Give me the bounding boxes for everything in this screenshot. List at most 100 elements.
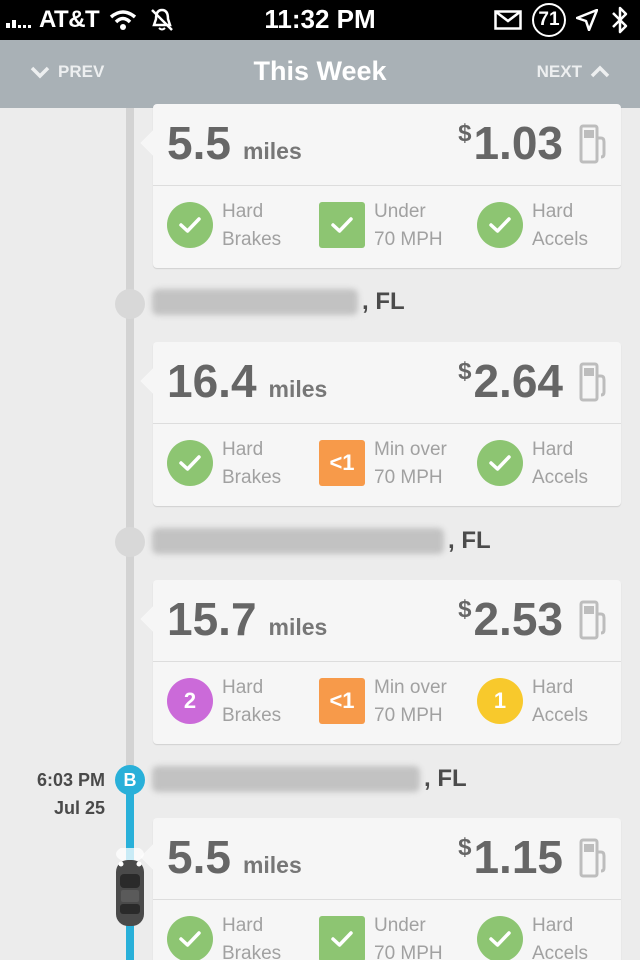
stat-item: Hard Accels (477, 912, 588, 960)
currency-symbol: $ (458, 596, 472, 623)
stat-item: Hard Accels (477, 436, 588, 492)
chevron-up-icon (590, 65, 610, 78)
car-icon (116, 848, 144, 926)
trip-card[interactable]: 16.4 miles $2.64 Hard Brakes <1 Min over 70 M… (153, 342, 621, 506)
bluetooth-icon (612, 6, 628, 34)
stat-item: Under 70 MPH (319, 912, 443, 960)
stat-check-badge (477, 440, 523, 486)
stat-item: Under 70 MPH (319, 198, 443, 254)
next-button[interactable]: NEXT (537, 62, 610, 82)
trip-summary: 16.4 miles $2.64 (153, 342, 621, 424)
distance-unit: miles (268, 614, 328, 640)
stat-label: Hard Accels (532, 201, 588, 250)
stat-label: Hard Brakes (222, 439, 282, 488)
stat-count-badge: 1 (477, 678, 523, 724)
distance-unit: miles (242, 138, 302, 164)
stat-label: Under 70 MPH (374, 201, 443, 250)
mail-icon (494, 10, 522, 30)
stat-label: Min over 70 MPH (374, 439, 447, 488)
currency-symbol: $ (458, 120, 472, 147)
trip-end-time: 6:03 PM Jul 25 (37, 766, 105, 822)
trip-cost: $2.53 (458, 592, 563, 646)
distance-value: 15.7 (167, 593, 257, 645)
trip-card[interactable]: 15.7 miles $2.53 2 Hard Brakes <1 Min over 70 … (153, 580, 621, 744)
status-bar: AT&T 11:32 PM 71 (0, 0, 640, 40)
check-icon (331, 931, 353, 947)
distance-unit: miles (242, 852, 302, 878)
trip-distance: 5.5 miles (167, 830, 302, 884)
next-label: NEXT (536, 62, 582, 81)
trip-stats: Hard Brakes Under 70 MPH Hard Accels (153, 900, 621, 960)
check-icon (489, 455, 511, 471)
stat-count-badge: 2 (167, 678, 213, 724)
cost-value: 2.53 (473, 593, 563, 645)
location-label[interactable]: , FL (152, 527, 491, 555)
stat-check-badge (477, 202, 523, 248)
stat-label: Min over 70 MPH (374, 677, 447, 726)
check-icon (179, 931, 201, 947)
trip-stats: Hard Brakes Under 70 MPH Hard Accels (153, 186, 621, 262)
cost-value: 1.15 (473, 831, 563, 883)
badge-count: 71 (532, 3, 566, 37)
location-icon (576, 9, 598, 31)
gas-pump-icon (579, 838, 606, 878)
trip-distance: 15.7 miles (167, 592, 327, 646)
stat-item: <1 Min over 70 MPH (319, 674, 447, 730)
trip-distance: 5.5 miles (167, 116, 302, 170)
trip-card[interactable]: 5.5 miles $1.15 Hard Brakes Under 70 MPH Hard… (153, 818, 621, 960)
stat-check-badge (167, 916, 213, 960)
trip-card[interactable]: 5.5 miles $1.03 Hard Brakes Under 70 MPH Hard… (153, 104, 621, 268)
stat-item: Hard Brakes (167, 912, 281, 960)
trip-distance: 16.4 miles (167, 354, 327, 408)
location-label[interactable]: , FL (152, 288, 405, 316)
check-icon (489, 217, 511, 233)
stat-item: Hard Brakes (167, 436, 281, 492)
currency-symbol: $ (458, 358, 472, 385)
stat-item: Hard Accels (477, 198, 588, 254)
location-label[interactable]: , FL (152, 765, 467, 793)
gas-pump-icon (579, 362, 606, 402)
trip-summary: 15.7 miles $2.53 (153, 580, 621, 662)
stat-check-badge (477, 916, 523, 960)
location-state: , FL (448, 527, 491, 554)
location-state: , FL (424, 765, 467, 792)
check-icon (331, 217, 353, 233)
trip-cost: $1.03 (458, 116, 563, 170)
stat-label: Hard Accels (532, 677, 588, 726)
stat-label: Hard Brakes (222, 915, 282, 960)
trip-stats: Hard Brakes <1 Min over 70 MPH Hard Accels (153, 424, 621, 500)
stat-item: <1 Min over 70 MPH (319, 436, 447, 492)
cost-value: 2.64 (473, 355, 563, 407)
stat-item: Hard Brakes (167, 198, 281, 254)
trip-summary: 5.5 miles $1.15 (153, 818, 621, 900)
check-icon (179, 455, 201, 471)
trip-date: Jul 25 (53, 798, 105, 818)
trip-cost: $2.64 (458, 354, 563, 408)
redacted-address (152, 528, 444, 554)
trip-cost: $1.15 (458, 830, 563, 884)
stat-label: Hard Accels (532, 439, 588, 488)
distance-value: 16.4 (167, 355, 257, 407)
end-marker-b: B (115, 765, 145, 795)
stat-item: 2 Hard Brakes (167, 674, 281, 730)
redacted-address (152, 289, 358, 315)
redacted-address (152, 766, 420, 792)
stat-check-badge (167, 440, 213, 486)
stat-check-badge (319, 202, 365, 248)
location-state: , FL (362, 288, 405, 315)
distance-unit: miles (268, 376, 328, 402)
stat-label: Hard Brakes (222, 201, 282, 250)
stat-check-badge (319, 916, 365, 960)
stat-label: Hard Accels (532, 915, 588, 960)
stat-item: 1 Hard Accels (477, 674, 588, 730)
trip-stats: 2 Hard Brakes <1 Min over 70 MPH 1 Hard Accel… (153, 662, 621, 738)
timeline-node (115, 527, 145, 557)
trip-summary: 5.5 miles $1.03 (153, 104, 621, 186)
cost-value: 1.03 (473, 117, 563, 169)
distance-value: 5.5 (167, 117, 231, 169)
distance-value: 5.5 (167, 831, 231, 883)
timeline-node (115, 289, 145, 319)
check-icon (179, 217, 201, 233)
stat-label: Under 70 MPH (374, 915, 443, 960)
stat-check-badge (167, 202, 213, 248)
